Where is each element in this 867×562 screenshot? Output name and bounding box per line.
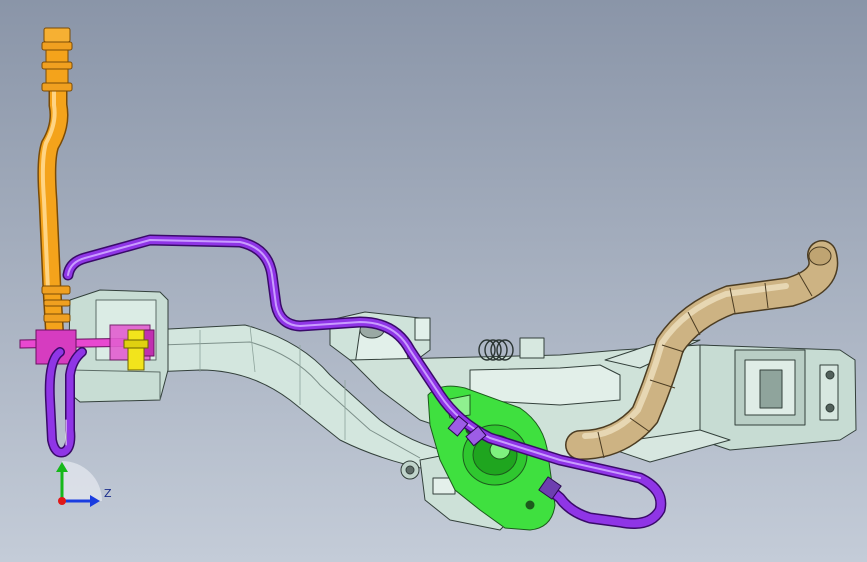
cad-model-scene[interactable]: Z [0,0,867,562]
z-axis-label: Z [104,487,112,500]
filler-neck-pipe[interactable] [37,27,73,350]
x-axis-origin [58,497,66,505]
yellow-fitting[interactable] [123,329,149,371]
cad-3d-viewport[interactable]: Z [0,0,867,562]
coordinate-triad: Z [56,461,112,507]
triad-plane [62,461,102,501]
